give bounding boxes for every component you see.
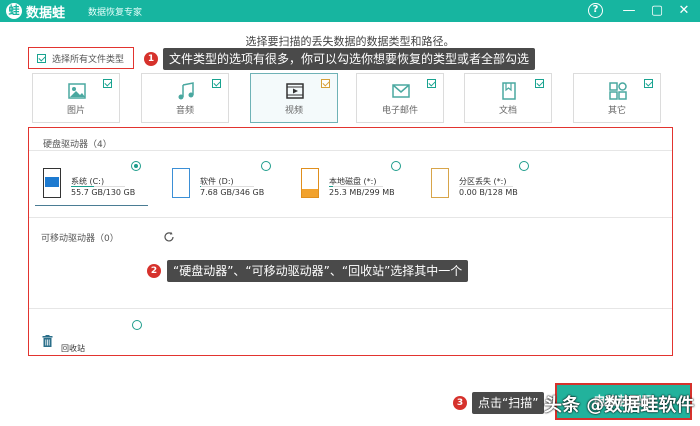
select-all-label: 选择所有文件类型 bbox=[52, 54, 125, 65]
refresh-icon[interactable] bbox=[163, 231, 175, 243]
selected-underline bbox=[35, 205, 148, 206]
select-all-checkbox[interactable]: 选择所有文件类型 bbox=[28, 47, 134, 69]
drive-d[interactable]: 软件 (D:) 7.68 GB/346 GB bbox=[164, 165, 284, 207]
file-type-image[interactable]: 图片 bbox=[32, 73, 120, 123]
removable-section-title: 可移动驱动器（0） bbox=[41, 234, 119, 244]
recycle-bin-radio[interactable] bbox=[132, 320, 142, 330]
file-type-label: 电子邮件 bbox=[381, 106, 418, 116]
usage-fill bbox=[71, 186, 95, 187]
drive-local-radio[interactable] bbox=[391, 161, 401, 171]
checkbox-icon bbox=[103, 79, 112, 88]
checkbox-icon bbox=[427, 79, 436, 88]
divider bbox=[29, 150, 672, 151]
callout-1: 文件类型的选项有很多，你可以勾选你想要恢复的类型或者全部勾选 bbox=[163, 48, 536, 70]
drive-lost-partition-radio[interactable] bbox=[519, 161, 529, 171]
scan-locations-panel: 硬盘驱动器（4） 系统 (C:) 55.7 GB/130 GB 软件 (D:) … bbox=[28, 127, 673, 356]
help-button[interactable]: ? bbox=[588, 3, 603, 18]
other-icon bbox=[609, 82, 627, 100]
file-type-label: 文档 bbox=[498, 106, 517, 116]
step-badge-1: 1 bbox=[144, 52, 158, 66]
drive-size: 0.00 B/128 MB bbox=[459, 188, 518, 197]
drive-d-radio[interactable] bbox=[261, 161, 271, 171]
drive-c-radio[interactable] bbox=[131, 161, 141, 171]
step-badge-3: 3 bbox=[453, 396, 467, 410]
title-bar: 蛙 数据蛙 数据恢复专家 ? — ▢ ✕ bbox=[0, 0, 700, 22]
divider bbox=[29, 308, 672, 309]
music-icon bbox=[178, 82, 194, 100]
checkbox-icon bbox=[321, 79, 330, 88]
drive-lost-partition[interactable]: 分区丢失 (*:) 0.00 B/128 MB bbox=[423, 165, 543, 207]
usage-bar bbox=[200, 186, 254, 187]
maximize-button[interactable]: ▢ bbox=[648, 2, 666, 20]
drive-size: 55.7 GB/130 GB bbox=[71, 188, 136, 197]
file-type-label: 视频 bbox=[284, 106, 303, 116]
video-icon bbox=[286, 83, 304, 99]
usb-drive-icon bbox=[301, 168, 319, 198]
drive-size: 7.68 GB/346 GB bbox=[200, 188, 265, 197]
checkbox-icon bbox=[644, 79, 653, 88]
drive-size: 25.3 MB/299 MB bbox=[329, 188, 395, 197]
hard-drive-section-title: 硬盘驱动器（4） bbox=[43, 140, 112, 150]
system-drive-icon bbox=[43, 168, 61, 198]
app-logo-icon: 蛙 bbox=[6, 3, 22, 19]
app-subtitle: 数据恢复专家 bbox=[88, 8, 143, 18]
minimize-button[interactable]: — bbox=[620, 2, 638, 20]
drive-local[interactable]: 本地磁盘 (*:) 25.3 MB/299 MB bbox=[293, 165, 413, 207]
callout-2: “硬盘动器”、“可移动驱动器”、“回收站”选择其中一个 bbox=[167, 260, 469, 282]
image-icon bbox=[68, 83, 86, 99]
usage-bar bbox=[459, 186, 513, 187]
usage-bar bbox=[329, 186, 383, 187]
file-type-other[interactable]: 其它 bbox=[573, 73, 661, 123]
callout-3: 点击“扫描” bbox=[472, 392, 545, 414]
drive-icon bbox=[172, 168, 190, 198]
divider bbox=[29, 217, 672, 218]
partition-icon bbox=[431, 168, 449, 198]
email-icon bbox=[392, 84, 410, 98]
file-type-video[interactable]: 视频 bbox=[250, 73, 338, 123]
usage-fill bbox=[200, 186, 202, 187]
file-type-audio[interactable]: 音频 bbox=[141, 73, 229, 123]
trash-icon bbox=[42, 335, 53, 347]
checkbox-icon bbox=[535, 79, 544, 88]
close-button[interactable]: ✕ bbox=[675, 2, 693, 20]
step-badge-2: 2 bbox=[147, 264, 161, 278]
file-type-document[interactable]: 文档 bbox=[464, 73, 552, 123]
file-type-label: 音频 bbox=[175, 106, 194, 116]
document-icon bbox=[502, 82, 516, 100]
checkbox-icon bbox=[37, 53, 46, 63]
checkbox-icon bbox=[212, 79, 221, 88]
file-type-label: 图片 bbox=[66, 106, 85, 116]
watermark: 头条 @数据蛙软件 bbox=[544, 395, 695, 416]
recycle-bin-label: 回收站 bbox=[61, 344, 85, 353]
usage-fill bbox=[329, 186, 334, 187]
file-type-label: 其它 bbox=[607, 106, 626, 116]
drive-c[interactable]: 系统 (C:) 55.7 GB/130 GB bbox=[35, 165, 155, 207]
app-name: 数据蛙 bbox=[26, 6, 66, 21]
usage-bar bbox=[71, 186, 125, 187]
file-type-email[interactable]: 电子邮件 bbox=[356, 73, 444, 123]
